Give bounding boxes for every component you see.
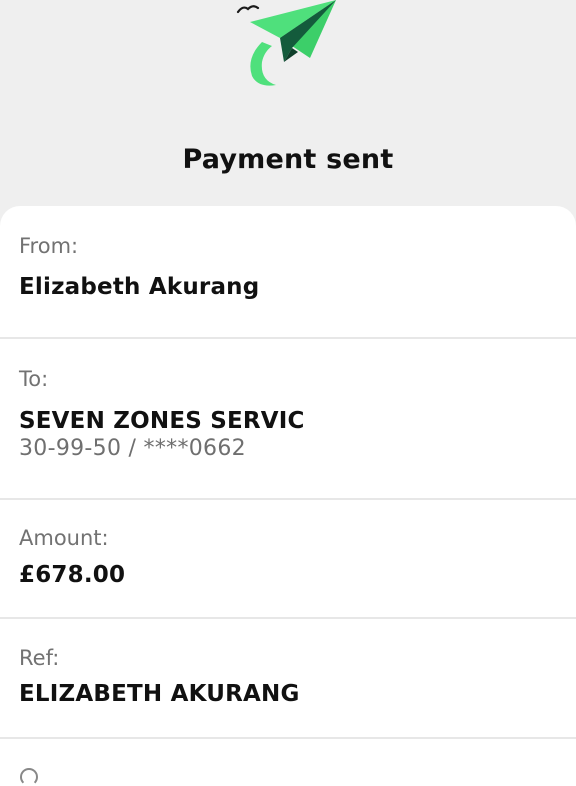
from-section: From: Elizabeth Akurang	[0, 206, 576, 338]
paper-plane-icon	[236, 0, 336, 86]
ref-label: Ref:	[19, 646, 60, 670]
to-label: To:	[19, 367, 49, 391]
ref-value: ELIZABETH AKURANG	[19, 681, 300, 707]
page-title: Payment sent	[182, 144, 394, 175]
to-section: To: SEVEN ZONES SERVIC 30-99-50 / ****06…	[0, 339, 576, 499]
divider	[0, 737, 576, 739]
next-section-icon	[20, 768, 38, 786]
amount-value: £678.00	[19, 562, 126, 588]
from-value: Elizabeth Akurang	[19, 274, 260, 300]
payment-details-card: From: Elizabeth Akurang To: SEVEN ZONES …	[0, 206, 576, 786]
from-label: From:	[19, 234, 79, 258]
header: Payment sent	[0, 0, 576, 215]
ref-section: Ref: ELIZABETH AKURANG	[0, 619, 576, 739]
to-value: SEVEN ZONES SERVIC	[19, 408, 305, 434]
amount-section: Amount: £678.00	[0, 500, 576, 618]
to-account: 30-99-50 / ****0662	[19, 436, 246, 461]
amount-label: Amount:	[19, 526, 109, 550]
